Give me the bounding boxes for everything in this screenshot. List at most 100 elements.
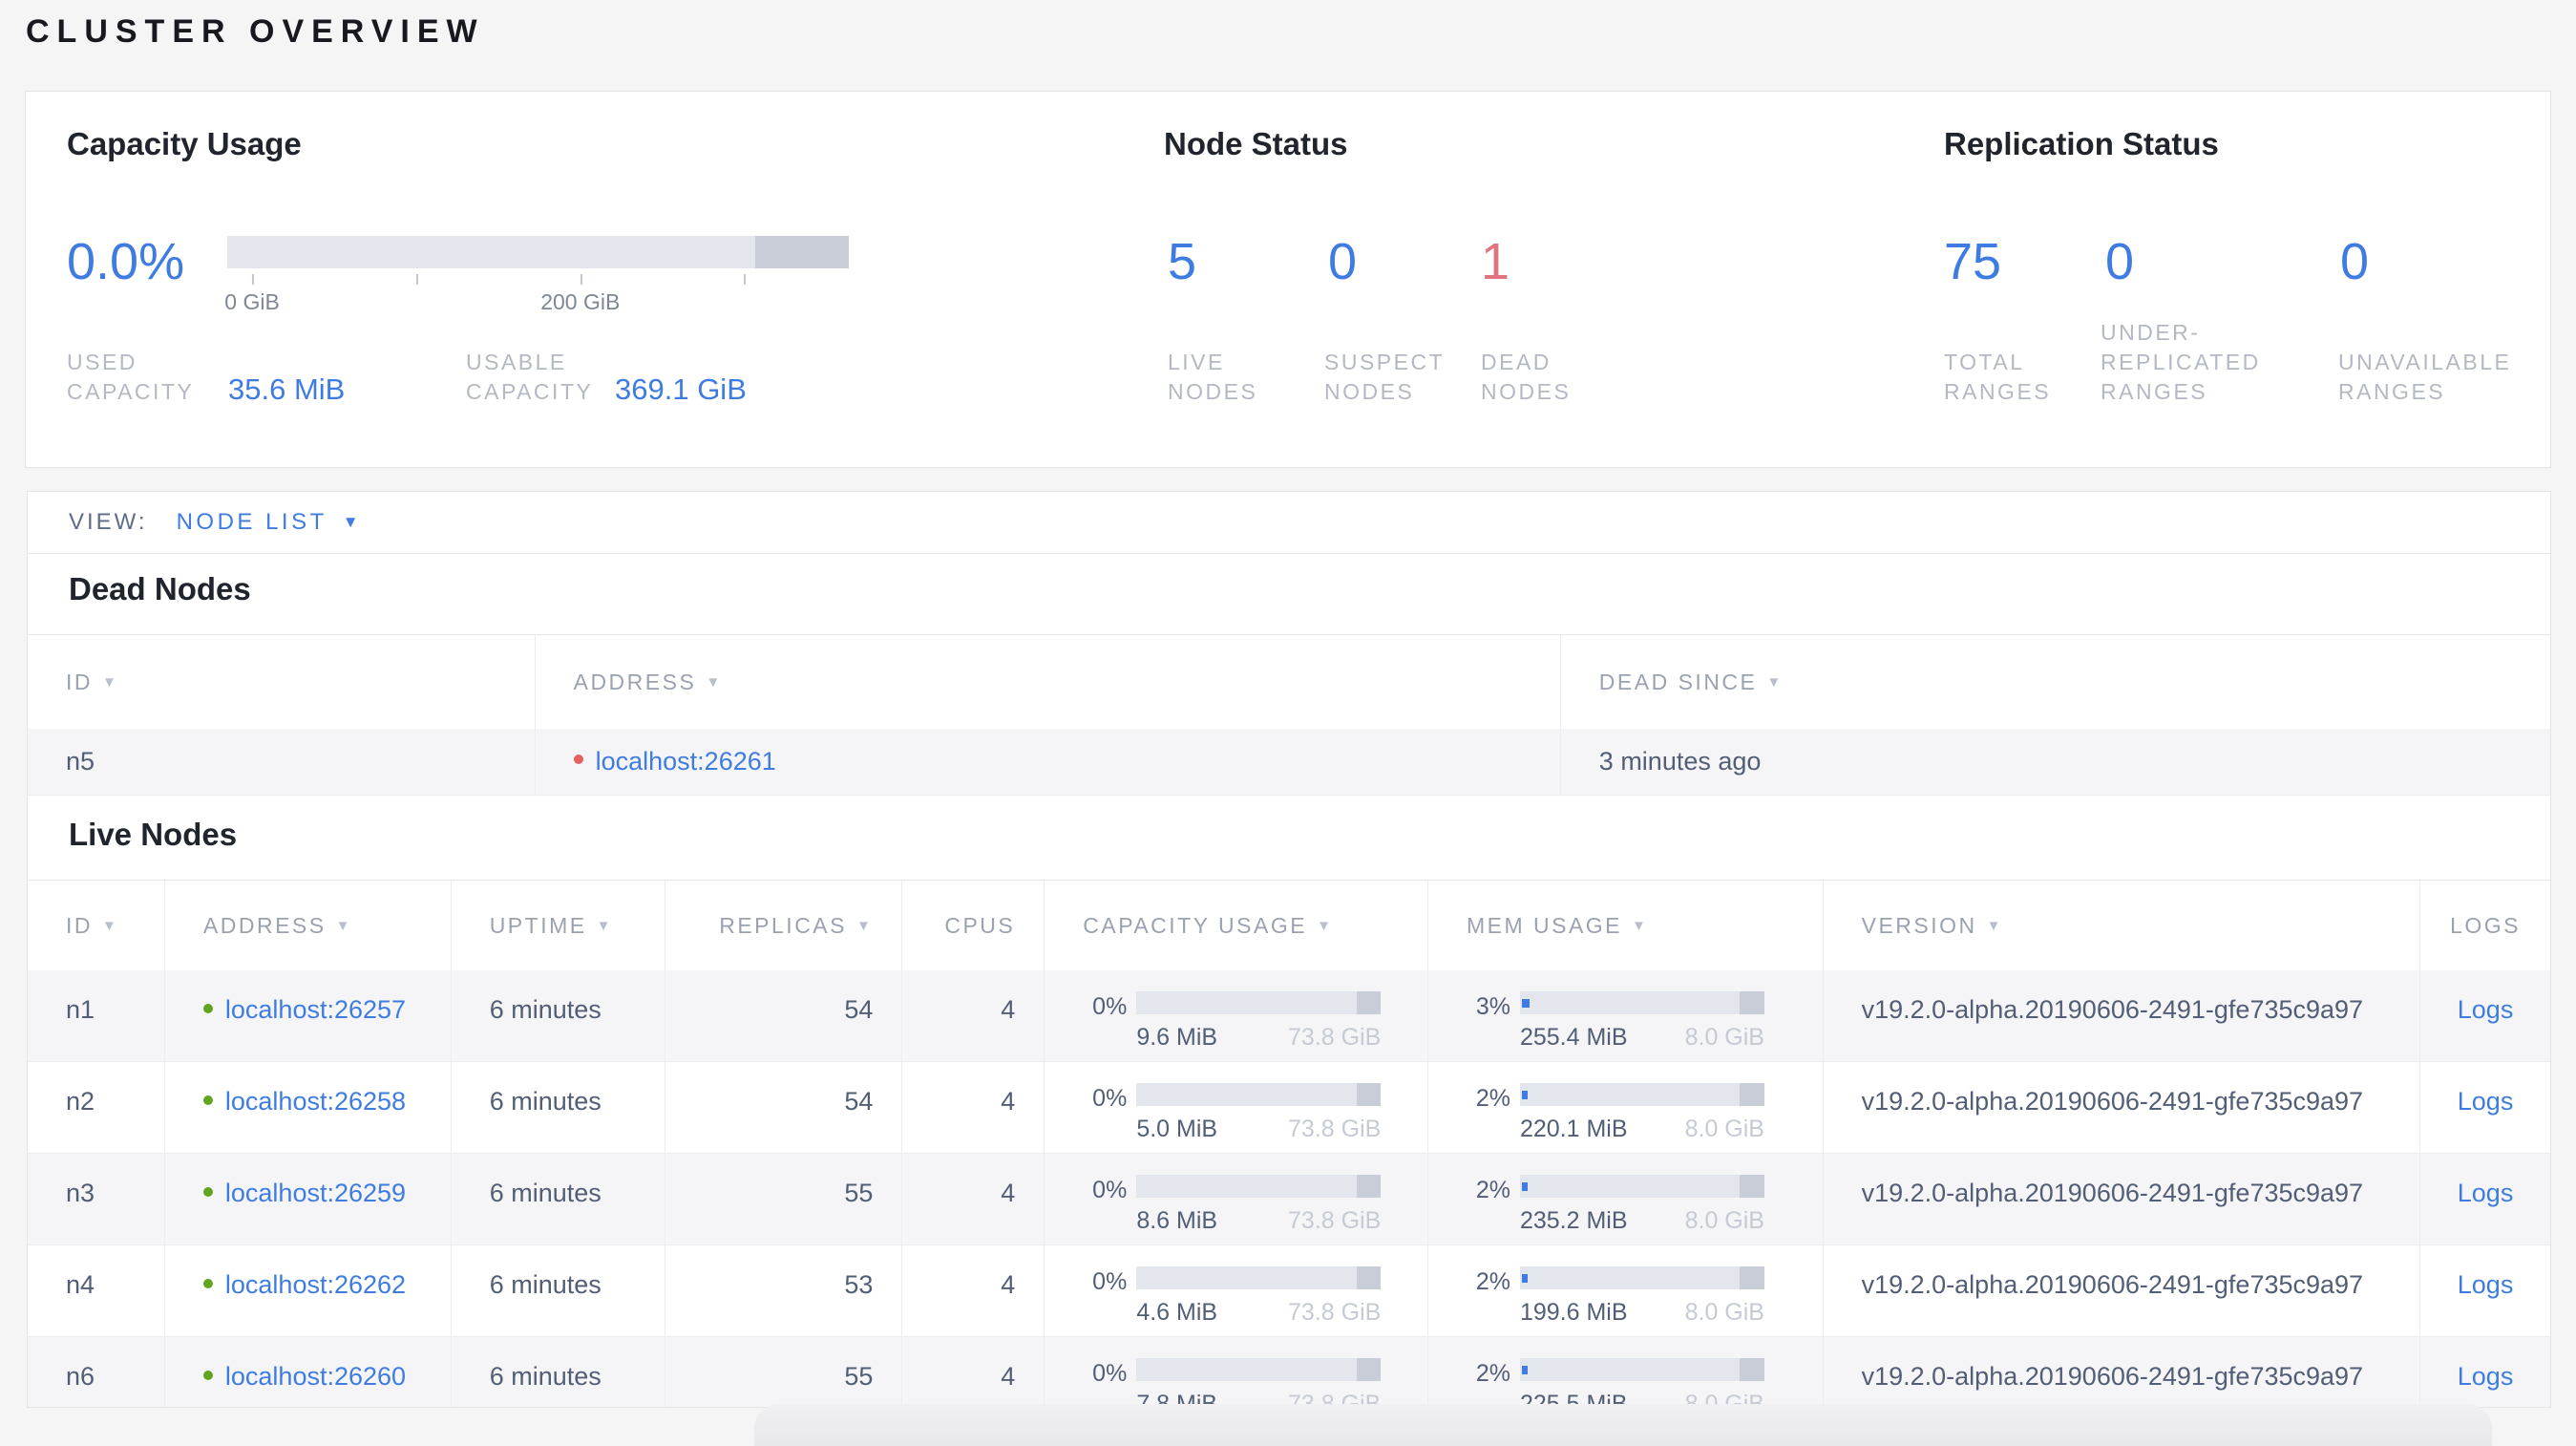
node-address-link[interactable]: localhost:26257	[225, 995, 406, 1024]
usage-percent: 2%	[1475, 1177, 1510, 1203]
logs-link[interactable]: Logs	[2458, 995, 2514, 1024]
logs-link[interactable]: Logs	[2458, 1087, 2514, 1116]
usage-bar-reserved-segment	[1356, 991, 1382, 1014]
sort-arrow-icon: ▼	[102, 917, 119, 934]
usage-bar-fill	[1521, 1182, 1528, 1191]
capacity-axis: 0 GiB 200 GiB	[224, 274, 849, 314]
usage-percent: 0%	[1092, 993, 1128, 1020]
node-address-link[interactable]: localhost:26261	[596, 747, 776, 776]
capacity-usage-bar	[227, 236, 849, 268]
node-address-link[interactable]: localhost:26259	[225, 1179, 406, 1207]
dead-nodes-label: DEAD NODES	[1481, 350, 1572, 404]
usage-bar-reserved-segment	[1356, 1175, 1382, 1198]
axis-tick	[415, 274, 418, 285]
column-header-address[interactable]: ADDRESS ▼	[165, 881, 452, 970]
node-address-cell: localhost:26261	[536, 729, 1561, 795]
usage-total-value: 73.8 GiB	[1288, 1207, 1382, 1234]
usage-used-value: 220.1 MiB	[1519, 1116, 1628, 1142]
usage-used-value: 9.6 MiB	[1136, 1024, 1218, 1051]
version-cell: v19.2.0-alpha.20190606-2491-gfe735c9a97	[1824, 1062, 2421, 1153]
node-id-cell: n2	[28, 1062, 165, 1153]
column-header-replicas[interactable]: REPLICAS ▼	[665, 881, 903, 970]
column-header-uptime[interactable]: UPTIME ▼	[452, 881, 665, 970]
unavailable-ranges-count: 0	[2340, 233, 2370, 290]
live-status-dot-icon	[202, 1095, 213, 1105]
column-header-label: LOGS	[2450, 912, 2522, 938]
cluster-overview-page: CLUSTER OVERVIEW Capacity Usage 0.0% 0 G…	[0, 0, 2576, 1446]
capacity-percent: 0.0%	[67, 233, 185, 290]
usage-percent: 2%	[1475, 1085, 1510, 1112]
logs-cell: Logs	[2420, 1337, 2550, 1407]
under-replicated-ranges-count: 0	[2105, 233, 2135, 290]
sort-arrow-icon: ▼	[1317, 917, 1334, 934]
usage-total-value: 73.8 GiB	[1288, 1024, 1382, 1051]
column-header-address[interactable]: ADDRESS ▼	[536, 635, 1561, 729]
usage-values: 220.1 MiB 8.0 GiB	[1520, 1116, 1764, 1143]
sort-arrow-icon: ▼	[1632, 917, 1649, 934]
summary-panel: Capacity Usage 0.0% 0 GiB 200 GiB USED CA…	[25, 91, 2551, 468]
usage-bar	[1519, 991, 1764, 1014]
usage-bar-fill	[1521, 1366, 1528, 1374]
sort-arrow-icon: ▼	[102, 673, 119, 691]
column-header-mem-usage[interactable]: MEM USAGE ▼	[1428, 881, 1824, 970]
column-header-cpus: CPUS	[902, 881, 1045, 970]
cpus-cell: 4	[902, 970, 1045, 1061]
live-nodes-label: LIVE NODES	[1168, 350, 1258, 404]
table-row: n1 localhost:26257 6 minutes 54 4 0% 9.6 MiB 73…	[28, 970, 2550, 1062]
version-cell: v19.2.0-alpha.20190606-2491-gfe735c9a97	[1824, 970, 2421, 1061]
usage-total-value: 8.0 GiB	[1684, 1116, 1764, 1142]
usage-used-value: 8.6 MiB	[1136, 1207, 1218, 1234]
usage-bar-fill	[1521, 1091, 1528, 1099]
usage-percent: 2%	[1475, 1268, 1510, 1295]
uptime-cell: 6 minutes	[452, 1154, 665, 1244]
total-ranges-count: 75	[1944, 233, 2002, 290]
usage-values: 8.6 MiB 73.8 GiB	[1136, 1207, 1381, 1235]
column-header-id[interactable]: ID ▼	[28, 635, 536, 729]
node-address-link[interactable]: localhost:26262	[225, 1270, 406, 1299]
usage-percent: 0%	[1092, 1268, 1128, 1295]
node-address-cell: localhost:26257	[165, 970, 452, 1061]
suspect-nodes-count: 0	[1328, 233, 1358, 290]
usage-bar	[1136, 1175, 1382, 1198]
node-id-cell: n5	[28, 729, 536, 795]
view-dropdown[interactable]: NODE LIST ▼	[177, 509, 363, 536]
uptime-cell: 6 minutes	[452, 1245, 665, 1336]
column-header-label: UPTIME	[489, 912, 587, 938]
column-header-id[interactable]: ID ▼	[28, 881, 165, 970]
version-cell: v19.2.0-alpha.20190606-2491-gfe735c9a97	[1824, 1245, 2421, 1336]
column-header-version[interactable]: VERSION ▼	[1824, 881, 2421, 970]
logs-cell: Logs	[2420, 1154, 2550, 1244]
node-id-cell: n1	[28, 970, 165, 1061]
logs-link[interactable]: Logs	[2458, 1270, 2514, 1299]
column-header-dead-since[interactable]: DEAD SINCE ▼	[1561, 635, 2550, 729]
node-address-link[interactable]: localhost:26260	[225, 1362, 406, 1391]
usage-bar-fill	[1521, 999, 1530, 1008]
used-capacity-value: 35.6 MiB	[228, 372, 346, 406]
usage-total-value: 8.0 GiB	[1684, 1299, 1764, 1326]
usage-bar-reserved-segment	[1740, 991, 1764, 1014]
version-cell: v19.2.0-alpha.20190606-2491-gfe735c9a97	[1824, 1154, 2421, 1244]
logs-cell: Logs	[2420, 1245, 2550, 1336]
usage-bar-reserved-segment	[1740, 1083, 1764, 1106]
column-header-capacity-usage[interactable]: CAPACITY USAGE ▼	[1045, 881, 1428, 970]
usage-total-value: 73.8 GiB	[1288, 1116, 1382, 1142]
node-id-cell: n3	[28, 1154, 165, 1244]
usage-bar	[1136, 1358, 1382, 1381]
dead_since-cell: 3 minutes ago	[1598, 747, 1762, 776]
replicas-cell: 54	[665, 1062, 903, 1153]
usage-bar	[1519, 1175, 1764, 1198]
usage-total-value: 8.0 GiB	[1684, 1207, 1764, 1234]
column-header-label: VERSION	[1861, 912, 1977, 938]
usage-cell: 2% 220.1 MiB 8.0 GiB	[1428, 1062, 1824, 1153]
capacity-usage-heading: Capacity Usage	[67, 126, 302, 161]
node-address-link[interactable]: localhost:26258	[225, 1087, 406, 1116]
dead-nodes-table-body: n5 localhost:26261 3 minutes ago	[28, 729, 2550, 796]
capacity-bar-reserved-segment	[755, 236, 849, 268]
logs-link[interactable]: Logs	[2458, 1179, 2514, 1207]
usage-values: 5.0 MiB 73.8 GiB	[1136, 1116, 1381, 1143]
column-header-label: MEM USAGE	[1466, 912, 1623, 938]
replicas-cell: 55	[665, 1337, 903, 1407]
used-capacity-label: USED CAPACITY	[67, 350, 195, 404]
usage-used-value: 5.0 MiB	[1136, 1116, 1218, 1142]
logs-link[interactable]: Logs	[2458, 1362, 2514, 1391]
